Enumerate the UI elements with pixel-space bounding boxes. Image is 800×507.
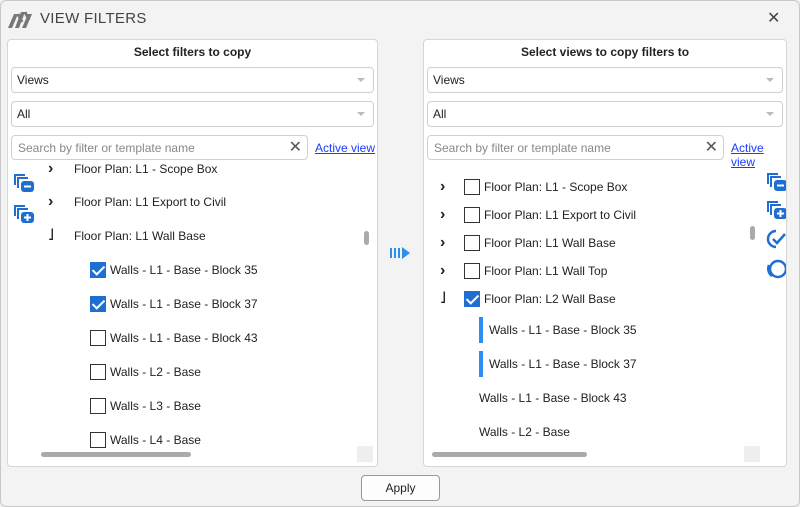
item-label: Floor Plan: L1 Export to Civil: [484, 208, 637, 222]
left-category-dropdown[interactable]: Views: [11, 67, 374, 93]
checkbox[interactable]: [464, 235, 480, 251]
expand-all-icon[interactable]: [766, 198, 787, 220]
copy-arrow-icon: [390, 247, 410, 259]
right-horizontal-scrollbar[interactable]: [432, 452, 587, 457]
checkbox[interactable]: [90, 330, 106, 346]
view-node[interactable]: › Floor Plan: L1 - Scope Box: [440, 176, 627, 198]
right-category-dropdown[interactable]: Views: [427, 67, 783, 93]
filter-item[interactable]: Walls - L4 - Base: [90, 429, 201, 451]
filter-item[interactable]: Walls - L1 - Base - Block 37: [90, 293, 258, 315]
collapse-all-icon[interactable]: [766, 170, 787, 192]
right-heading: Select views to copy filters to: [520, 45, 690, 59]
filter-item[interactable]: Walls - L2 - Base: [479, 421, 570, 443]
item-label: Walls - L1 - Base - Block 43: [479, 391, 627, 405]
app-logo: [8, 11, 32, 28]
chevron-down-icon: [766, 112, 774, 116]
left-horizontal-scrollbar[interactable]: [41, 452, 191, 457]
dropdown-value: All: [17, 107, 31, 121]
item-label: Floor Plan: L1 Wall Base: [74, 229, 206, 243]
expand-all-icon[interactable]: [13, 202, 35, 224]
filter-item[interactable]: Walls - L1 - Base - Block 35: [90, 259, 258, 281]
right-panel: Select views to copy filters to Views Al…: [423, 39, 787, 467]
search-placeholder: Search by filter or template name: [18, 141, 195, 155]
dropdown-value: Views: [433, 73, 465, 87]
chevron-right-icon[interactable]: ›: [440, 206, 450, 224]
filter-item[interactable]: Walls - L1 - Base - Block 43: [90, 327, 258, 349]
marker-bar: [479, 317, 483, 343]
item-label: Walls - L1 - Base - Block 37: [110, 297, 258, 311]
chevron-right-icon[interactable]: ›: [440, 234, 450, 252]
item-label: Floor Plan: L1 Wall Top: [484, 264, 608, 278]
right-search-input[interactable]: Search by filter or template name ✕: [427, 135, 724, 160]
scroll-corner: [744, 446, 760, 462]
collapse-all-icon[interactable]: [13, 171, 35, 193]
chevron-down-icon: [357, 112, 365, 116]
item-label: Walls - L1 - Base - Block 35: [110, 263, 258, 277]
view-node[interactable]: ˩ Floor Plan: L2 Wall Base: [440, 288, 616, 310]
tree-node[interactable]: › Floor Plan: L1 - Scope Box: [48, 158, 217, 180]
item-label: Walls - L1 - Base - Block 43: [110, 331, 258, 345]
marker-bar: [479, 351, 483, 377]
chevron-down-icon: [766, 78, 774, 82]
expanded-icon[interactable]: ˩: [440, 290, 450, 308]
checkbox[interactable]: [464, 263, 480, 279]
chevron-right-icon[interactable]: ›: [48, 160, 58, 178]
checkbox[interactable]: [464, 291, 480, 307]
filter-item[interactable]: Walls - L1 - Base - Block 35: [479, 317, 637, 343]
chevron-right-icon[interactable]: ›: [48, 193, 58, 211]
filter-item[interactable]: Walls - L1 - Base - Block 43: [479, 387, 627, 409]
dropdown-value: All: [433, 107, 447, 121]
left-active-view-link[interactable]: Active view: [315, 141, 375, 155]
clear-icon[interactable]: ✕: [289, 137, 302, 157]
left-search-input[interactable]: Search by filter or template name ✕: [11, 135, 308, 160]
chevron-down-icon: [357, 78, 365, 82]
view-node[interactable]: › Floor Plan: L1 Wall Top: [440, 260, 607, 282]
left-panel: Select filters to copy Views All Search …: [7, 39, 378, 467]
expanded-icon[interactable]: ˩: [48, 227, 58, 245]
item-label: Floor Plan: L1 Wall Base: [484, 236, 616, 250]
checkbox[interactable]: [90, 262, 106, 278]
window-title: VIEW FILTERS: [40, 10, 147, 27]
chevron-right-icon[interactable]: ›: [440, 262, 450, 280]
search-placeholder: Search by filter or template name: [434, 141, 611, 155]
scroll-corner: [357, 446, 373, 462]
item-label: Walls - L4 - Base: [110, 433, 201, 447]
clear-icon[interactable]: ✕: [705, 137, 718, 157]
filter-item[interactable]: Walls - L1 - Base - Block 37: [479, 351, 637, 377]
item-label: Walls - L2 - Base: [479, 425, 570, 439]
left-vertical-scrollbar[interactable]: [364, 231, 369, 245]
item-label: Walls - L1 - Base - Block 35: [489, 323, 637, 337]
left-filter-dropdown[interactable]: All: [11, 101, 374, 127]
filter-item[interactable]: Walls - L3 - Base: [90, 395, 201, 417]
checkbox[interactable]: [464, 179, 480, 195]
right-filter-dropdown[interactable]: All: [427, 101, 783, 127]
item-label: Walls - L3 - Base: [110, 399, 201, 413]
dropdown-value: Views: [17, 73, 49, 87]
view-node[interactable]: › Floor Plan: L1 Wall Base: [440, 232, 616, 254]
item-label: Walls - L1 - Base - Block 37: [489, 357, 637, 371]
checkbox[interactable]: [90, 296, 106, 312]
filter-item[interactable]: Walls - L2 - Base: [90, 361, 201, 383]
right-vertical-scrollbar[interactable]: [750, 226, 755, 240]
checkbox[interactable]: [90, 398, 106, 414]
checkbox[interactable]: [90, 432, 106, 448]
deselect-all-icon[interactable]: [766, 258, 787, 280]
tree-node[interactable]: ˩ Floor Plan: L1 Wall Base: [48, 225, 206, 247]
checkbox[interactable]: [464, 207, 480, 223]
tree-node[interactable]: › Floor Plan: L1 Export to Civil: [48, 191, 226, 213]
left-heading: Select filters to copy: [133, 45, 252, 59]
select-all-icon[interactable]: [766, 228, 787, 250]
view-node[interactable]: › Floor Plan: L1 Export to Civil: [440, 204, 636, 226]
checkbox[interactable]: [90, 364, 106, 380]
item-label: Floor Plan: L1 - Scope Box: [484, 180, 628, 194]
apply-button[interactable]: Apply: [361, 475, 440, 501]
item-label: Floor Plan: L2 Wall Base: [484, 292, 616, 306]
close-icon[interactable]: ✕: [767, 8, 780, 28]
chevron-right-icon[interactable]: ›: [440, 178, 450, 196]
right-active-view-link[interactable]: Active view: [731, 141, 786, 169]
item-label: Floor Plan: L1 - Scope Box: [74, 162, 218, 176]
item-label: Floor Plan: L1 Export to Civil: [74, 195, 227, 209]
item-label: Walls - L2 - Base: [110, 365, 201, 379]
